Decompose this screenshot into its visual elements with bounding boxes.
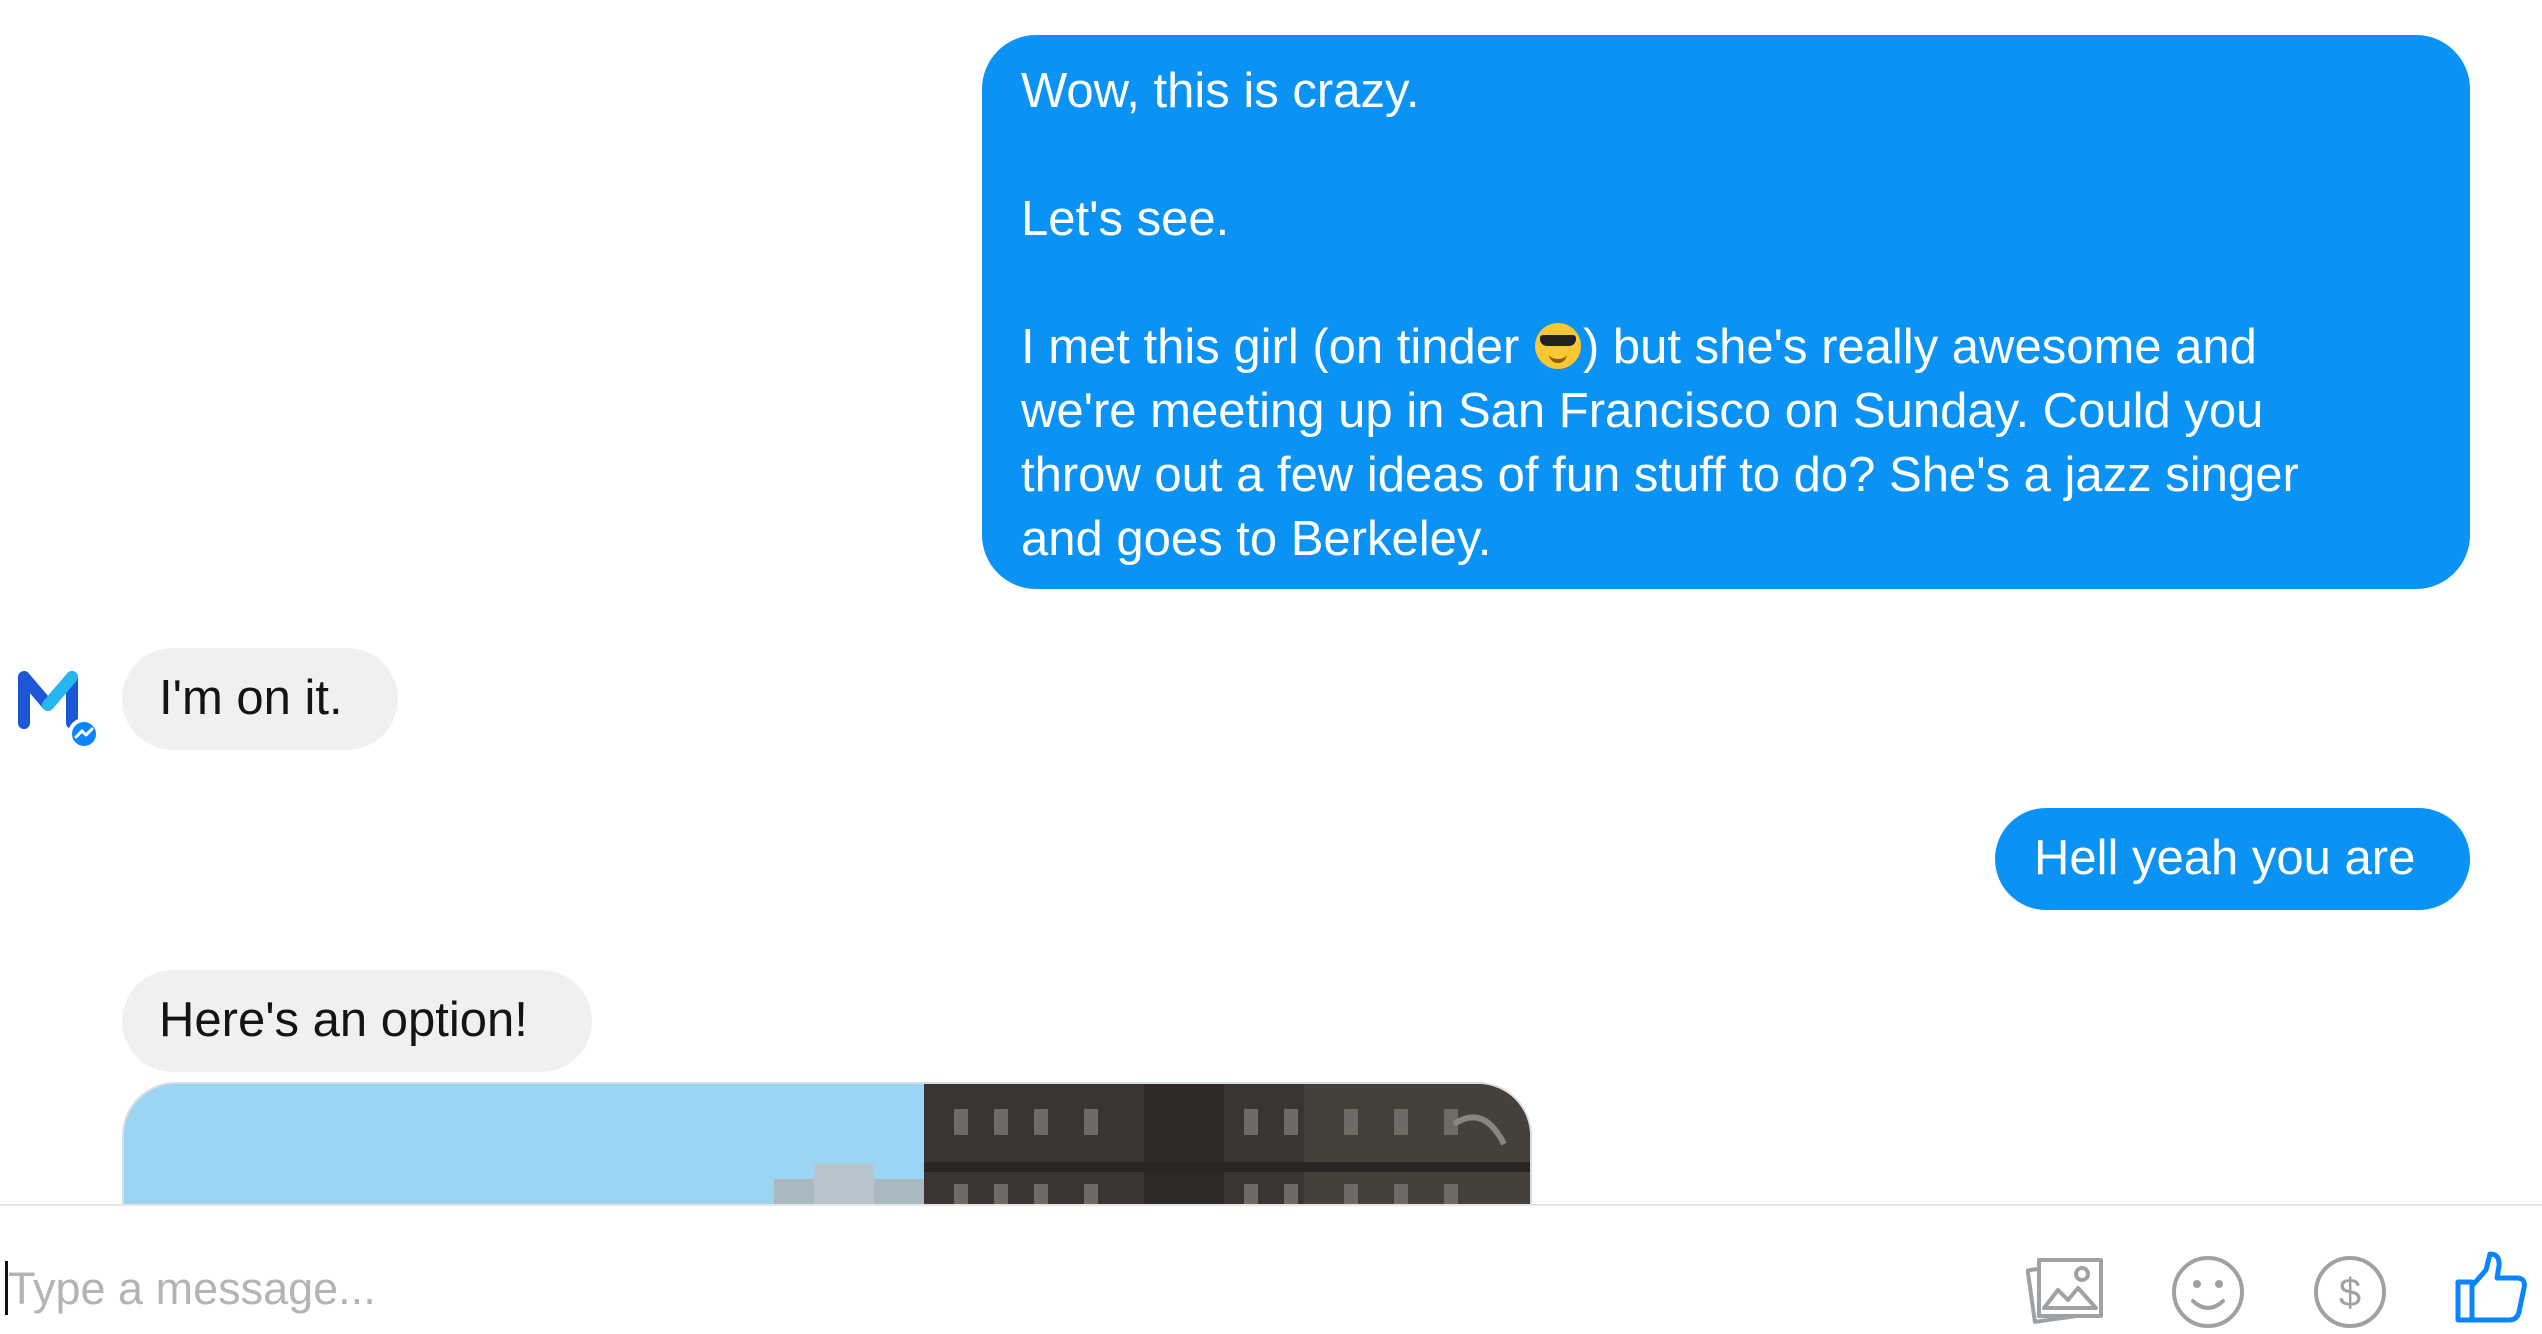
messenger-conversation: Wow, this is crazy. Let's see. I met thi… — [0, 0, 2542, 1334]
outgoing-message-bubble[interactable]: Hell yeah you are — [1995, 808, 2470, 910]
message-text-fragment: ) but she's really awesome and — [1582, 320, 2257, 374]
message-line: Wow, this is crazy. — [1021, 64, 1420, 118]
incoming-message-bubble[interactable]: Here's an option! — [122, 970, 592, 1072]
svg-text:$: $ — [2339, 1271, 2361, 1315]
message-line: we're meeting up in San Francisco on Sun… — [1021, 384, 2264, 438]
message-line: and goes to Berkeley. — [1021, 512, 1492, 566]
payment-icon[interactable]: $ — [2310, 1252, 2390, 1332]
emoji-icon[interactable] — [2168, 1252, 2248, 1332]
photo-icon[interactable] — [2026, 1252, 2106, 1332]
message-composer: $ — [0, 1204, 2542, 1334]
message-text-fragment: I met this girl (on tinder — [1021, 320, 1533, 374]
m-assistant-avatar-icon[interactable] — [18, 665, 102, 750]
like-icon[interactable] — [2452, 1248, 2532, 1328]
message-line: throw out a few ideas of fun stuff to do… — [1021, 448, 2299, 502]
message-line: I met this girl (on tinder ) but she's r… — [1021, 315, 2430, 379]
message-thread: Wow, this is crazy. Let's see. I met thi… — [0, 0, 2542, 1204]
sunglasses-emoji-icon — [1534, 323, 1581, 369]
message-line: Let's see. — [1021, 192, 1230, 246]
outgoing-message-bubble[interactable]: Wow, this is crazy. Let's see. I met thi… — [982, 35, 2470, 589]
incoming-message-bubble[interactable]: I'm on it. — [122, 648, 398, 750]
attachment-photo[interactable] — [122, 1082, 1532, 1204]
message-input[interactable] — [8, 1254, 1908, 1324]
